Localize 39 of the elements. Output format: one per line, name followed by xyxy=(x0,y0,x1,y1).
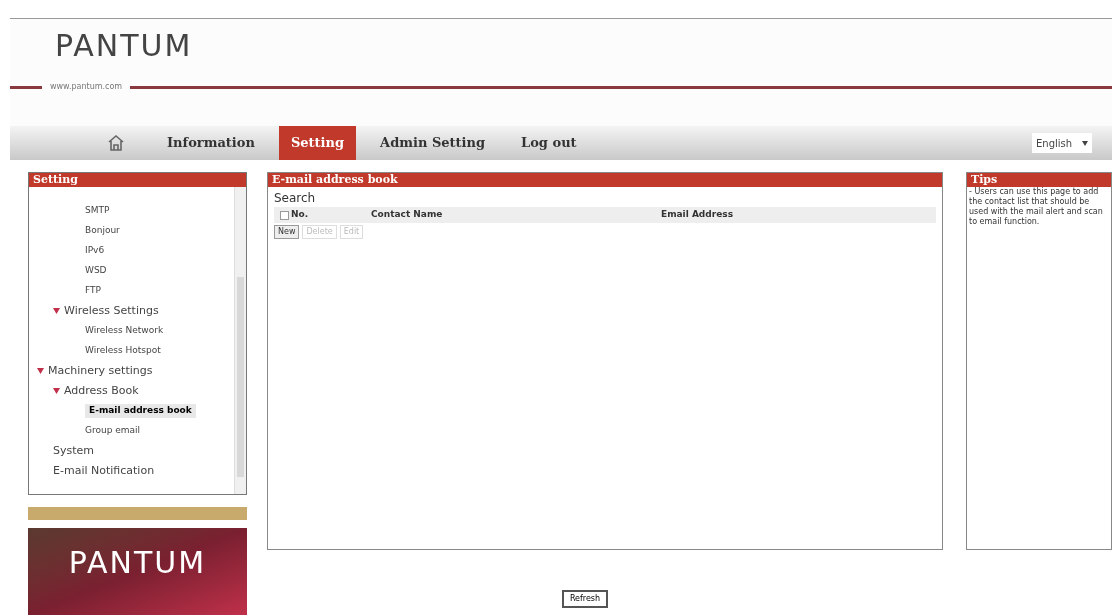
tree-item[interactable]: SMTP xyxy=(85,204,110,218)
column-header: No. xyxy=(291,208,310,222)
select-all-checkbox[interactable] xyxy=(280,210,289,220)
nav-tab[interactable]: Information xyxy=(155,126,267,160)
language-select[interactable]: English xyxy=(1032,133,1092,153)
website-url: www.pantum.com xyxy=(50,81,123,93)
expanded-triangle-icon[interactable] xyxy=(53,308,60,314)
brand-logo: PANTUM xyxy=(55,31,193,61)
home-icon[interactable] xyxy=(107,134,125,152)
tree-item[interactable]: Wireless Network xyxy=(85,324,164,338)
tips-text: - Users can use this page to add the contact list that should be used with the mail alert and scan to email function. xyxy=(968,187,1104,227)
tree-item[interactable]: IPv6 xyxy=(85,244,105,258)
nav-tab[interactable]: Log out xyxy=(509,126,589,160)
scrollbar[interactable] xyxy=(234,187,246,494)
nav-tab[interactable]: Setting xyxy=(278,126,357,160)
column-header: Contact Name xyxy=(371,208,444,222)
tree-item[interactable]: Bonjour xyxy=(85,224,120,238)
search-label: Search xyxy=(273,190,317,207)
nav-tab[interactable]: Admin Setting xyxy=(368,126,498,160)
tree-item[interactable]: Machinery settings xyxy=(48,362,153,380)
expanded-triangle-icon[interactable] xyxy=(53,388,60,394)
tree-item[interactable]: FTP xyxy=(85,284,101,298)
column-header: Email Address xyxy=(661,208,733,222)
panel-title: Tips xyxy=(967,173,1111,187)
tree-item[interactable]: E-mail address book xyxy=(85,404,196,418)
tree-item[interactable]: Wireless Hotspot xyxy=(85,344,161,358)
tree-item[interactable]: E-mail Notification xyxy=(53,462,155,480)
refresh-button[interactable]: Refresh xyxy=(561,590,609,608)
toolbar-button[interactable]: New xyxy=(274,225,300,239)
expanded-triangle-icon[interactable] xyxy=(37,368,44,374)
panel-title: E-mail address book xyxy=(268,173,942,187)
tree-item[interactable]: WSD xyxy=(85,264,107,278)
tree-item[interactable]: Wireless Settings xyxy=(64,302,159,320)
caret-icon xyxy=(1082,140,1088,146)
panel-title: Setting xyxy=(29,173,246,187)
tree-item[interactable]: Address Book xyxy=(64,382,139,400)
tree-item[interactable]: Group email xyxy=(85,424,141,438)
banner-logo: PANTUM xyxy=(68,548,207,578)
tree-item[interactable]: System xyxy=(53,442,95,460)
